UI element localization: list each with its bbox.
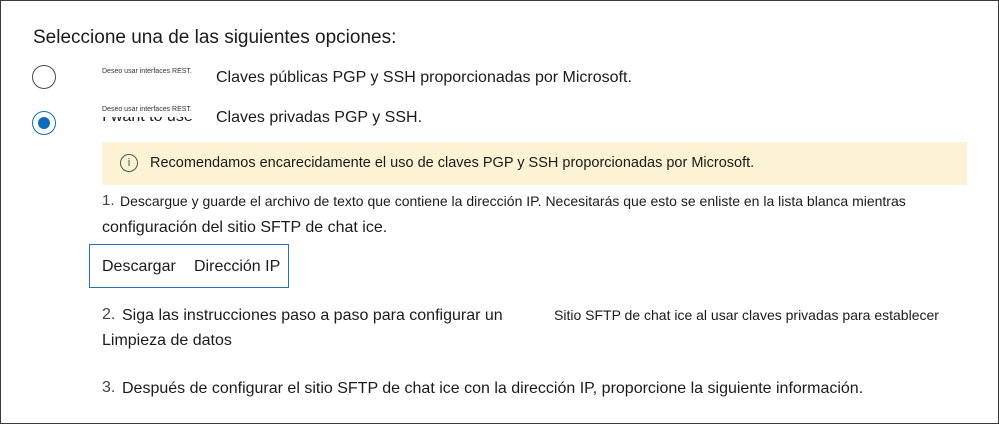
options-panel: Seleccione una de las siguientes opcione… [0, 0, 999, 424]
option-2-ghost-text: I want to use [102, 117, 193, 126]
step-2-line2: Limpieza de datos [102, 332, 232, 349]
download-button-word2: Dirección IP [194, 258, 281, 275]
step-2-line1-part2: Sitio SFTP de chat ice al usar claves pr… [554, 307, 939, 323]
option-2-small-prefix: Deseo usar interfaces REST. [102, 106, 192, 113]
download-button-word1: Descargar [102, 258, 176, 275]
option-1-label[interactable]: Claves públicas PGP y SSH proporcionadas… [216, 69, 632, 87]
recommendation-notice: i Recomendamos encarecidamente el uso de… [102, 142, 967, 185]
download-ip-button[interactable]: Descargar Dirección IP [89, 244, 289, 288]
option-1-small-prefix: Deseo usar interfaces REST. [102, 68, 192, 75]
step-2-number: 2. [102, 306, 116, 323]
info-icon: i [120, 154, 138, 172]
radio-public-keys[interactable] [32, 65, 56, 89]
step-3-line1: Después de configurar el sitio SFTP de c… [122, 380, 864, 397]
page-title: Seleccione una de las siguientes opcione… [33, 27, 397, 48]
radio-private-keys[interactable] [32, 111, 56, 135]
step-2-line1-part1: Siga las instrucciones paso a paso para … [122, 307, 503, 324]
option-2-label[interactable]: Claves privadas PGP y SSH. [216, 109, 422, 127]
step-1-number: 1. [102, 192, 115, 209]
step-3-number: 3. [102, 379, 116, 396]
step-1-line1: Descargue y guarde el archivo de texto q… [120, 193, 906, 209]
notice-text: Recomendamos encarecidamente el uso de c… [150, 155, 755, 171]
step-1-line2: configuración del sitio SFTP de chat ice… [102, 219, 388, 236]
